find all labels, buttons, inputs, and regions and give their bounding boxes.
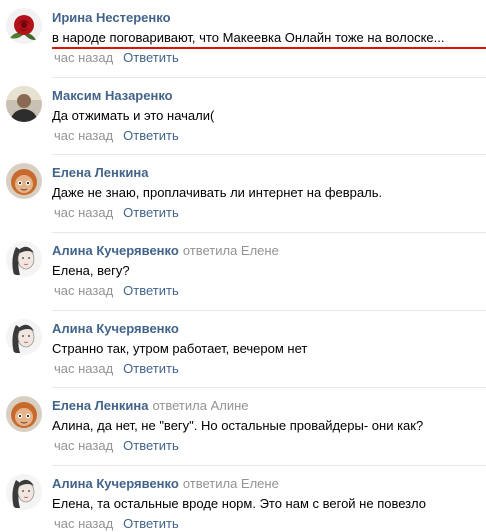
comment-text: Елена, та остальные вроде норм. Это нам … — [52, 496, 426, 511]
comment-text: Странно так, утром работает, вечером нет — [52, 341, 308, 356]
comment-meta: час назад Ответить — [54, 438, 179, 454]
author-line: Ирина Нестеренко — [52, 10, 175, 26]
reply-to-label[interactable]: ответила Елене — [183, 243, 279, 258]
comment-meta: час назад Ответить — [54, 516, 179, 532]
comment-meta: час назад Ответить — [54, 128, 179, 144]
author-name[interactable]: Елена Ленкина — [52, 165, 148, 180]
woman-sketch-avatar[interactable] — [6, 319, 42, 355]
comment-meta: час назад Ответить — [54, 205, 179, 221]
author-line: Алина Кучерявенко ответила Елене — [52, 243, 279, 259]
author-name[interactable]: Алина Кучерявенко — [52, 476, 179, 491]
comment-time[interactable]: час назад — [54, 128, 113, 143]
reply-button[interactable]: Ответить — [123, 205, 179, 220]
reply-to-label[interactable]: ответила Алине — [152, 398, 248, 413]
comment-text: Елена, вегу? — [52, 263, 130, 278]
author-line: Максим Назаренко — [52, 88, 177, 104]
comment-time[interactable]: час назад — [54, 283, 113, 298]
author-line: Елена Ленкина — [52, 165, 152, 181]
comment-item: Елена Ленкина Даже не знаю, проплачивать… — [0, 155, 486, 233]
comment-item: Елена Ленкина ответила Алине Алина, да не… — [0, 388, 486, 466]
reply-button[interactable]: Ответить — [123, 128, 179, 143]
author-name[interactable]: Алина Кучерявенко — [52, 321, 179, 336]
red-underline-annotation — [52, 47, 486, 49]
woman-sketch-avatar[interactable] — [6, 241, 42, 277]
author-name[interactable]: Алина Кучерявенко — [52, 243, 179, 258]
comment-text: Да отжимать и это начали( — [52, 108, 215, 123]
doll-avatar[interactable] — [6, 163, 42, 199]
comment-meta: час назад Ответить — [54, 361, 179, 377]
comment-time[interactable]: час назад — [54, 205, 113, 220]
comment-item: Алина Кучерявенко ответила Елене Елена, в… — [0, 233, 486, 311]
doll-avatar[interactable] — [6, 396, 42, 432]
woman-sketch-avatar[interactable] — [6, 474, 42, 510]
comment-item: Алина Кучерявенко ответила Елене Елена, т… — [0, 466, 486, 532]
reply-to-label[interactable]: ответила Елене — [183, 476, 279, 491]
author-name[interactable]: Ирина Нестеренко — [52, 10, 171, 25]
comment-item: Алина Кучерявенко Странно так, утром раб… — [0, 311, 486, 388]
comment-time[interactable]: час назад — [54, 438, 113, 453]
reply-button[interactable]: Ответить — [123, 438, 179, 453]
comment-text: в народе поговаривают, что Макеевка Онла… — [52, 30, 445, 45]
comment-meta: час назад Ответить — [54, 50, 179, 66]
comment-item: Максим Назаренко Да отжимать и это начал… — [0, 78, 486, 155]
reply-button[interactable]: Ответить — [123, 50, 179, 65]
comment-meta: час назад Ответить — [54, 283, 179, 299]
comment-text: Алина, да нет, не "вегу". Но остальные п… — [52, 418, 424, 433]
reply-button[interactable]: Ответить — [123, 283, 179, 298]
rose-avatar[interactable] — [6, 8, 42, 44]
reply-button[interactable]: Ответить — [123, 516, 179, 531]
comment-time[interactable]: час назад — [54, 50, 113, 65]
comment-text: Даже не знаю, проплачивать ли интернет н… — [52, 185, 383, 200]
author-line: Алина Кучерявенко — [52, 321, 183, 337]
reply-button[interactable]: Ответить — [123, 361, 179, 376]
author-line: Елена Ленкина ответила Алине — [52, 398, 249, 414]
author-line: Алина Кучерявенко ответила Елене — [52, 476, 279, 492]
author-name[interactable]: Максим Назаренко — [52, 88, 173, 103]
comment-item: Ирина Нестеренко в народе поговаривают, … — [0, 0, 486, 78]
comment-time[interactable]: час назад — [54, 516, 113, 531]
author-name[interactable]: Елена Ленкина — [52, 398, 148, 413]
person-avatar[interactable] — [6, 86, 42, 122]
comment-time[interactable]: час назад — [54, 361, 113, 376]
